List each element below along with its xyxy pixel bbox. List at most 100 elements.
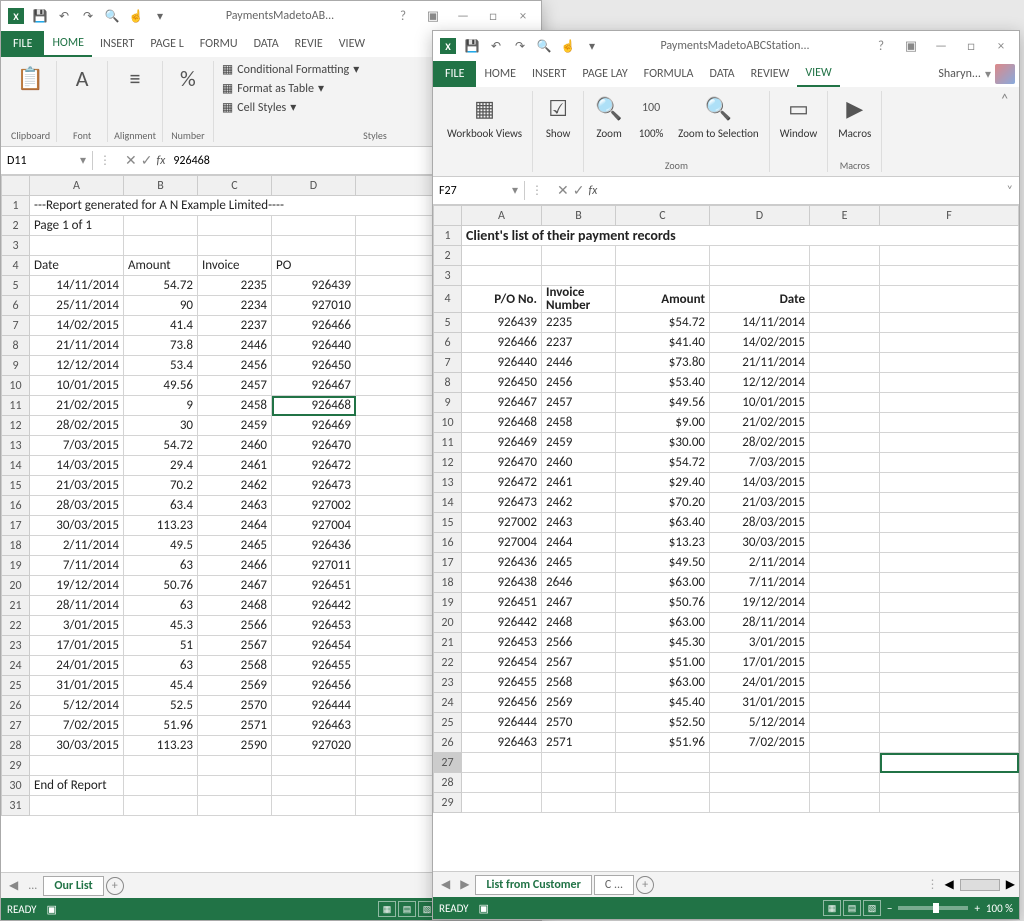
cell[interactable]: 10/01/2015 [710,393,810,413]
cell[interactable]: 2571 [198,716,272,736]
cell[interactable]: 3/01/2015 [30,616,124,636]
row-header[interactable]: 19 [434,593,462,613]
cell[interactable]: 926467 [272,376,356,396]
cell[interactable]: 926470 [272,436,356,456]
close-icon[interactable]: × [987,35,1015,57]
sheet-tab-inactive[interactable]: C ... [594,875,634,895]
row-header[interactable]: 22 [434,653,462,673]
sheet-nav-next-icon[interactable]: ▶ [456,877,473,892]
row-header[interactable]: 9 [2,356,30,376]
macro-record-icon[interactable]: ▣ [479,902,489,915]
cell[interactable]: Invoice Number [542,286,616,313]
cancel-formula-icon[interactable]: ✕ [557,182,569,199]
row-header[interactable]: 24 [2,656,30,676]
font-button[interactable]: A [63,61,101,95]
column-header[interactable]: D [272,176,356,196]
cell[interactable]: 21/11/2014 [30,336,124,356]
cell[interactable]: $45.40 [616,693,710,713]
user-name[interactable]: Sharyn... [938,67,981,81]
qat-customize-icon[interactable]: ▾ [581,35,603,57]
cell[interactable]: 926473 [462,493,542,513]
cell[interactable]: 28/11/2014 [710,613,810,633]
cell[interactable]: 926450 [272,356,356,376]
cell[interactable]: 63 [124,596,198,616]
cell[interactable]: 926438 [462,573,542,593]
touch-icon[interactable]: ☝ [557,35,579,57]
cell[interactable]: 2566 [198,616,272,636]
cell[interactable]: 12/12/2014 [710,373,810,393]
cell[interactable]: 14/02/2015 [710,333,810,353]
formulas-tab[interactable]: FORMU [192,31,246,57]
row-header[interactable]: 21 [2,596,30,616]
cell[interactable]: 926470 [462,453,542,473]
cell[interactable]: $63.40 [616,513,710,533]
cell[interactable]: 5/12/2014 [710,713,810,733]
cell[interactable]: 926439 [272,276,356,296]
cell[interactable]: 31/01/2015 [30,676,124,696]
row-header[interactable]: 25 [2,676,30,696]
row-header[interactable]: 18 [434,573,462,593]
sheet-nav-more[interactable]: ... [24,879,41,893]
cell[interactable]: 927011 [272,556,356,576]
cell[interactable]: 2235 [198,276,272,296]
ribbon-display-icon[interactable]: ▣ [419,5,447,27]
review-tab[interactable]: REVIEW [743,61,798,87]
accept-formula-icon[interactable]: ✓ [573,182,585,199]
cell[interactable]: 63.4 [124,496,198,516]
row-header[interactable]: 26 [2,696,30,716]
cell[interactable]: 927002 [272,496,356,516]
cell[interactable]: 926455 [462,673,542,693]
cell[interactable]: 2468 [198,596,272,616]
cell[interactable]: 9 [124,396,198,416]
cell[interactable]: $70.20 [616,493,710,513]
undo-icon[interactable]: ↶ [485,35,507,57]
row-header[interactable]: 15 [2,476,30,496]
row-header[interactable]: 31 [2,796,30,816]
cell[interactable]: 926467 [462,393,542,413]
fx-icon[interactable]: fx [156,154,165,168]
view-page-break-icon[interactable]: ▧ [863,900,881,916]
insert-tab[interactable]: INSERT [92,31,142,57]
cell[interactable]: 926454 [462,653,542,673]
show-button[interactable]: ☑Show [539,91,577,142]
cell[interactable]: 927004 [272,516,356,536]
touch-icon[interactable]: ☝ [125,5,147,27]
add-sheet-icon[interactable]: + [636,876,654,894]
row-header[interactable]: 14 [2,456,30,476]
zoom-in-icon[interactable]: + [974,902,979,915]
row-header[interactable]: 13 [434,473,462,493]
cell[interactable]: 14/03/2015 [710,473,810,493]
cell[interactable]: 926469 [462,433,542,453]
cell[interactable]: 21/11/2014 [710,353,810,373]
cell[interactable]: 2460 [198,436,272,456]
cell[interactable]: 49.56 [124,376,198,396]
cell[interactable]: 926440 [462,353,542,373]
cell[interactable]: 24/01/2015 [710,673,810,693]
cell[interactable]: 7/03/2015 [710,453,810,473]
cell[interactable]: 2462 [542,493,616,513]
row-header[interactable]: 18 [2,536,30,556]
cell[interactable]: Invoice [198,256,272,276]
row-header[interactable]: 23 [434,673,462,693]
row-header[interactable]: 3 [434,266,462,286]
cell[interactable]: 21/02/2015 [710,413,810,433]
cell[interactable]: $63.00 [616,613,710,633]
sheet-tab-active[interactable]: List from Customer [475,875,591,895]
row-header[interactable]: 26 [434,733,462,753]
column-header[interactable]: B [124,176,198,196]
cell[interactable]: 2459 [198,416,272,436]
conditional-formatting-button[interactable]: ▦Conditional Formatting ▾ [220,61,361,78]
cell[interactable]: 926444 [272,696,356,716]
zoom-out-icon[interactable]: − [887,902,892,915]
row-header[interactable]: 1 [2,196,30,216]
cell[interactable]: 927002 [462,513,542,533]
scroll-right-icon[interactable]: ▶ [1006,877,1015,892]
row-header[interactable]: 8 [2,336,30,356]
cell[interactable]: 926440 [272,336,356,356]
view-normal-icon[interactable]: ▦ [378,901,396,917]
row-header[interactable]: 2 [434,246,462,266]
cell[interactable]: 927020 [272,736,356,756]
cell[interactable]: $54.72 [616,453,710,473]
cell[interactable]: Date [30,256,124,276]
cell[interactable]: $51.00 [616,653,710,673]
